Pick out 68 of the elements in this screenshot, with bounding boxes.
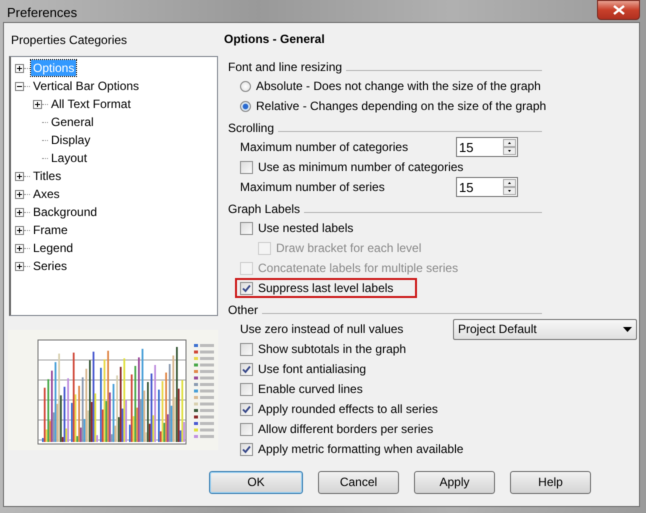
radio-button[interactable] xyxy=(240,80,251,92)
option-label: Use as minimum number of categories xyxy=(258,160,464,174)
option-label: Use zero instead of null values xyxy=(240,322,404,336)
check-icon xyxy=(242,284,251,292)
checkbox[interactable] xyxy=(240,342,253,356)
dialog-button[interactable]: Cancel xyxy=(318,470,399,494)
dropdown[interactable]: Project Default xyxy=(453,318,637,340)
close-icon xyxy=(612,5,624,15)
section-title: Properties Categories xyxy=(11,33,128,47)
checkbox[interactable] xyxy=(240,282,253,294)
dialog-button[interactable]: Apply xyxy=(414,470,495,494)
option-label: Show subtotals in the graph xyxy=(258,342,406,356)
option-label: Enable curved lines xyxy=(258,382,363,396)
option-label: Use nested labels xyxy=(258,221,354,235)
expand-icon[interactable] xyxy=(15,262,24,270)
checkbox[interactable] xyxy=(240,422,253,436)
checkbox[interactable] xyxy=(240,222,253,234)
tree-item[interactable]: Vertical Bar Options xyxy=(31,78,142,94)
dialog-button[interactable]: OK xyxy=(209,470,303,494)
panel-title: Options - General xyxy=(224,32,326,46)
expand-icon[interactable] xyxy=(15,190,24,198)
option-label: Draw bracket for each level xyxy=(276,241,422,255)
expand-icon[interactable] xyxy=(15,208,24,216)
number-spinner[interactable]: 15 xyxy=(456,137,518,157)
tree-item[interactable]: Background xyxy=(31,204,100,220)
collapse-icon[interactable] xyxy=(15,82,24,90)
option-label: Use font antialiasing xyxy=(258,362,366,376)
window-title: Preferences xyxy=(7,5,78,20)
option-label: Suppress last level labels xyxy=(258,281,394,295)
group-label: Other xyxy=(228,303,258,317)
tree-item[interactable]: Axes xyxy=(31,186,62,202)
expand-icon[interactable] xyxy=(33,100,42,108)
group-label: Graph Labels xyxy=(228,202,300,216)
tree-item[interactable]: General xyxy=(49,114,96,130)
checkbox[interactable] xyxy=(240,402,253,416)
option-label: Allow different borders per series xyxy=(258,422,434,436)
option-label: Maximum number of series xyxy=(240,180,386,194)
option-label: Relative - Changes depending on the size of the graph xyxy=(256,99,546,113)
tree-item[interactable]: Titles xyxy=(31,168,64,184)
tree-item[interactable]: Display xyxy=(49,132,92,148)
dialog-button[interactable]: Help xyxy=(510,470,591,494)
check-icon xyxy=(242,364,251,374)
close-button[interactable] xyxy=(597,0,640,20)
checkbox[interactable] xyxy=(240,160,253,174)
tree-item[interactable]: Frame xyxy=(31,222,70,238)
tree-item[interactable]: Layout xyxy=(49,150,90,166)
option-label: Concatenate labels for multiple series xyxy=(258,261,458,275)
option-label: Maximum number of categories xyxy=(240,140,410,154)
expand-icon[interactable] xyxy=(15,244,24,252)
option-label: Apply metric formatting when available xyxy=(258,442,464,456)
group-label: Scrolling xyxy=(228,121,274,135)
check-icon xyxy=(242,444,251,454)
radio-button[interactable] xyxy=(240,100,251,112)
dropdown-arrow-icon xyxy=(623,326,632,332)
checkbox[interactable] xyxy=(240,362,253,376)
group-label: Font and line resizing xyxy=(228,60,342,74)
tree-item[interactable]: Legend xyxy=(31,240,76,256)
check-icon xyxy=(242,404,251,414)
expand-icon[interactable] xyxy=(15,64,24,72)
expand-icon[interactable] xyxy=(15,172,24,180)
checkbox[interactable] xyxy=(240,442,253,456)
number-spinner[interactable]: 15 xyxy=(456,177,518,197)
expand-icon[interactable] xyxy=(15,226,24,234)
tree-item[interactable]: All Text Format xyxy=(49,96,133,112)
option-label: Absolute - Does not change with the size of the graph xyxy=(256,79,541,93)
option-label: Apply rounded effects to all series xyxy=(258,402,438,416)
tree-item[interactable]: Series xyxy=(31,258,70,274)
checkbox[interactable] xyxy=(240,382,253,396)
